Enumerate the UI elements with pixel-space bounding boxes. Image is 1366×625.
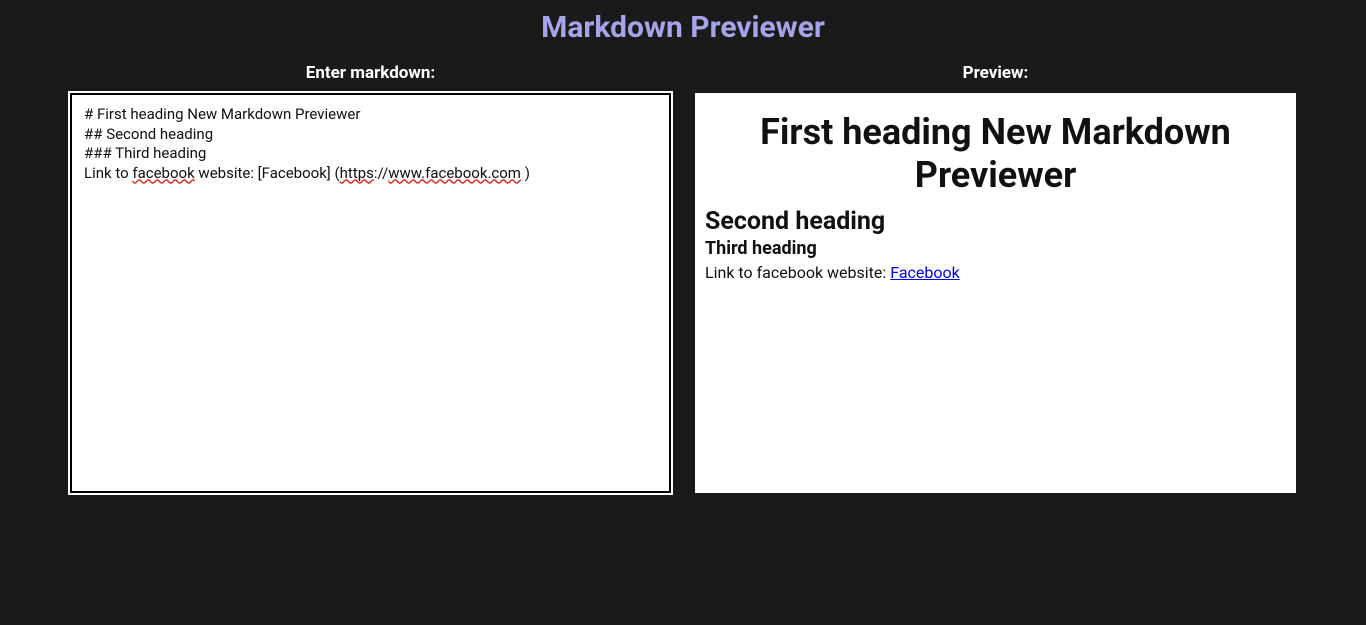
link-prefix-text: Link to facebook website: (705, 263, 890, 282)
markdown-input[interactable]: # First heading New Markdown Previewer##… (70, 93, 671, 493)
preview-label: Preview: (695, 63, 1296, 83)
preview-output: First heading New Markdown Previewer Sec… (695, 93, 1296, 493)
preview-panel: Preview: First heading New Markdown Prev… (695, 63, 1296, 493)
preview-paragraph: Link to facebook website: Facebook (705, 263, 1286, 282)
preview-h3: Third heading (705, 238, 1286, 259)
preview-h2: Second heading (705, 207, 1286, 236)
facebook-link[interactable]: Facebook (890, 263, 959, 282)
editor-panel: Enter markdown: # First heading New Mark… (70, 63, 671, 493)
editor-label: Enter markdown: (70, 63, 671, 83)
panels-container: Enter markdown: # First heading New Mark… (0, 63, 1366, 493)
preview-h1: First heading New Markdown Previewer (705, 111, 1286, 197)
page-title: Markdown Previewer (0, 0, 1366, 63)
